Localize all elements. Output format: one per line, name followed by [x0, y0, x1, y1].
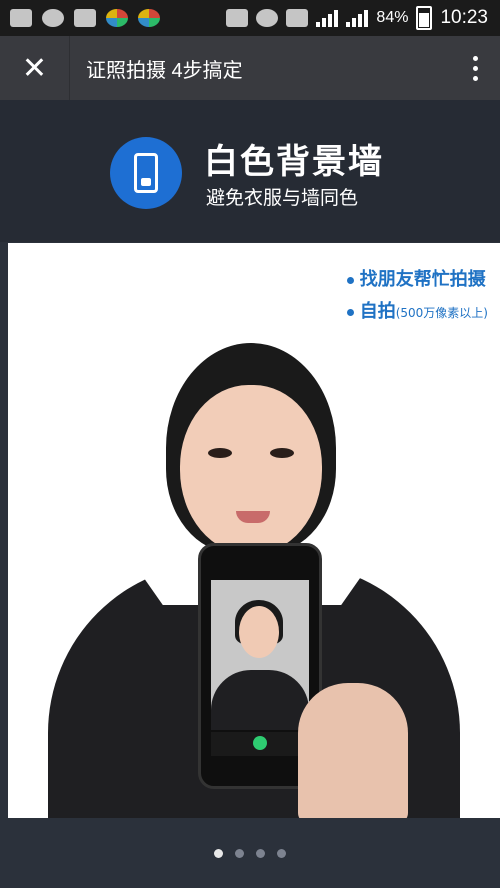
page-dot[interactable]	[277, 848, 286, 858]
battery-icon	[416, 6, 433, 30]
step-subtitle: 避免衣服与墙同色	[206, 187, 359, 209]
face	[180, 385, 322, 555]
app-icon-1	[106, 9, 128, 27]
tip-item: 找朋友帮忙拍摄	[346, 265, 488, 291]
notification-icons	[0, 9, 160, 27]
app-icon-2	[138, 9, 160, 27]
example-photo: 找朋友帮忙拍摄 自拍(500万像素以上)	[8, 243, 500, 818]
status-bar: 84% 10:23	[0, 0, 500, 36]
phone-camera-preview	[211, 580, 309, 730]
cell-signal-icon	[346, 9, 369, 27]
tip-item: 自拍(500万像素以上)	[346, 297, 488, 323]
preview-face	[239, 606, 279, 658]
mail-icon	[10, 9, 32, 27]
tip-note: (500万像素以上)	[395, 306, 488, 320]
left-eye	[208, 448, 232, 458]
right-eye	[270, 448, 294, 458]
page-title: 证照拍摄 4步搞定	[86, 59, 243, 82]
page-dot[interactable]	[256, 848, 265, 858]
clock: 10:23	[440, 7, 488, 28]
bullet-icon	[346, 308, 354, 316]
more-menu-button[interactable]	[450, 36, 500, 100]
system-icons: 84% 10:23	[226, 6, 500, 30]
alarm-icon	[256, 9, 279, 27]
title-bar: ✕ 证照拍摄 4步搞定	[0, 36, 500, 100]
weather-icon	[74, 9, 96, 27]
battery-percent: 84%	[376, 9, 409, 26]
page-indicator	[0, 818, 500, 888]
wifi-signal-icon	[316, 9, 339, 27]
more-vertical-icon	[472, 55, 478, 81]
phone-badge-icon	[110, 137, 182, 209]
page-dot[interactable]	[235, 848, 244, 858]
preview-suit	[211, 670, 309, 730]
tip-label: 找朋友帮忙拍摄	[359, 269, 486, 290]
shield-icon	[42, 9, 64, 27]
camera-toolbar	[211, 732, 309, 756]
home-icon	[286, 9, 309, 27]
bullet-icon	[346, 276, 354, 284]
close-button[interactable]: ✕	[0, 36, 70, 100]
step-title: 白色背景墙	[204, 142, 384, 182]
close-icon: ✕	[21, 50, 48, 86]
tip-label: 自拍	[359, 301, 396, 322]
mute-icon	[226, 9, 249, 27]
page-dot[interactable]	[214, 848, 223, 858]
hand	[298, 683, 408, 818]
person-illustration	[8, 243, 500, 818]
tips-list: 找朋友帮忙拍摄 自拍(500万像素以上)	[346, 265, 488, 329]
shutter-icon	[253, 736, 267, 750]
